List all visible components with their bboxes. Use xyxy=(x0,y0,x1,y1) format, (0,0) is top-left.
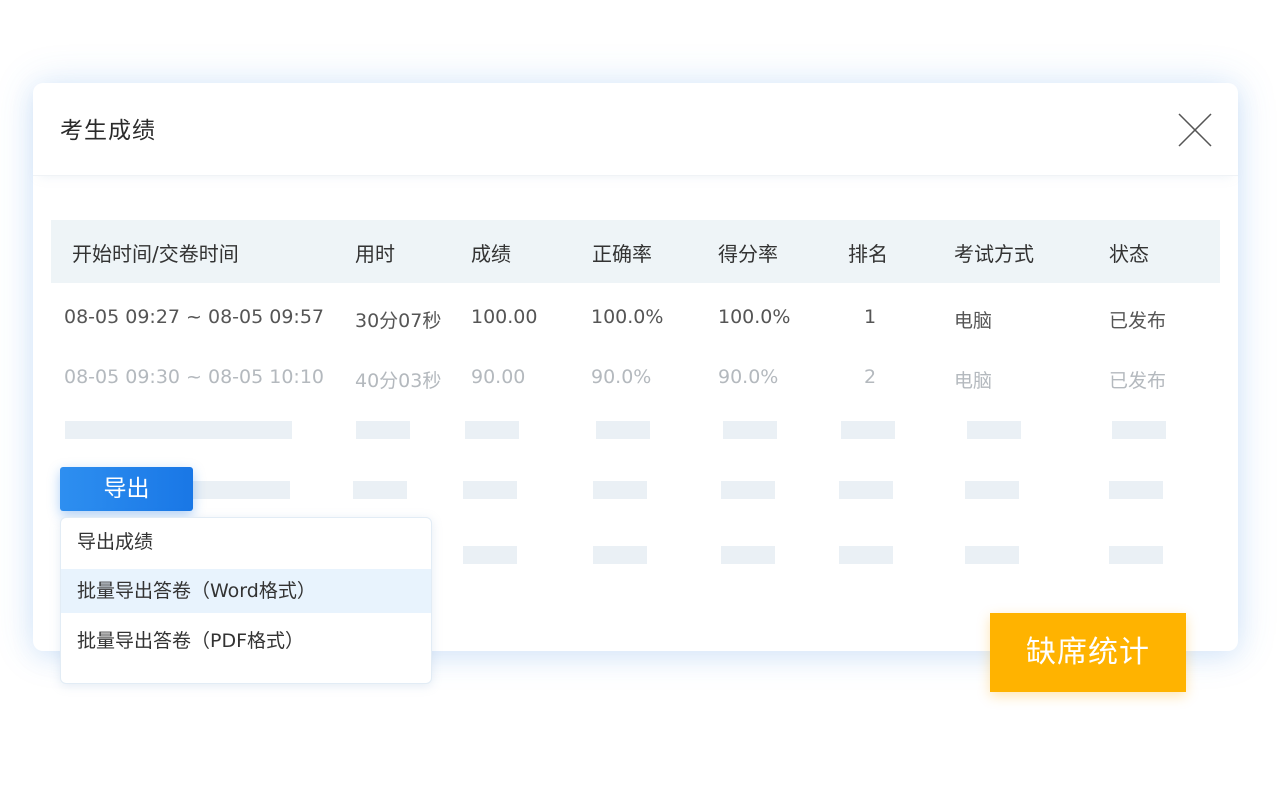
export-dropdown-menu: 导出成绩 批量导出答卷（Word格式） 批量导出答卷（PDF格式） xyxy=(60,517,432,684)
cell-exam-mode: 电脑 xyxy=(954,310,993,332)
skeleton-bar xyxy=(1109,546,1163,564)
table-row[interactable]: 08-05 09:30 ~ 08-05 10:10 40分03秒 90.00 9… xyxy=(33,358,1238,398)
skeleton-bar xyxy=(463,481,517,499)
skeleton-bar xyxy=(721,546,775,564)
cell-score: 90.00 xyxy=(471,366,526,388)
menu-item-export-pdf[interactable]: 批量导出答卷（PDF格式） xyxy=(61,619,431,663)
skeleton-bar xyxy=(839,546,893,564)
header-exam-mode: 考试方式 xyxy=(954,242,1034,266)
cell-status: 已发布 xyxy=(1109,370,1167,392)
menu-item-label: 批量导出答卷（PDF格式） xyxy=(77,630,305,652)
cell-score-rate: 100.0% xyxy=(718,306,791,328)
close-button[interactable] xyxy=(1176,111,1214,149)
header-accuracy: 正确率 xyxy=(592,242,652,266)
skeleton-bar xyxy=(965,546,1019,564)
table-row[interactable]: 08-05 09:27 ~ 08-05 09:57 30分07秒 100.00 … xyxy=(33,298,1238,338)
close-icon xyxy=(1178,113,1212,147)
modal-title: 考生成绩 xyxy=(60,118,156,144)
skeleton-bar xyxy=(593,546,647,564)
menu-item-label: 批量导出答卷（Word格式） xyxy=(77,580,316,602)
skeleton-bar xyxy=(721,481,775,499)
cell-time: 08-05 09:27 ~ 08-05 09:57 xyxy=(64,306,325,328)
app-stage: 考生成绩 开始时间/交卷时间 用时 成绩 正确率 得分率 排名 考试方式 状态 … xyxy=(0,0,1280,790)
modal-header: 考生成绩 xyxy=(33,83,1238,176)
skeleton-bar xyxy=(463,546,517,564)
skeleton-bar xyxy=(723,421,777,439)
skeleton-bar xyxy=(353,481,407,499)
cell-exam-mode: 电脑 xyxy=(954,370,993,392)
header-status: 状态 xyxy=(1109,242,1149,266)
skeleton-bar xyxy=(965,481,1019,499)
header-duration: 用时 xyxy=(355,242,395,266)
cell-status: 已发布 xyxy=(1109,310,1167,332)
menu-item-label: 导出成绩 xyxy=(77,531,154,553)
skeleton-bar xyxy=(356,421,410,439)
skeleton-bar xyxy=(183,481,290,499)
header-time: 开始时间/交卷时间 xyxy=(72,242,239,266)
cell-duration: 30分07秒 xyxy=(355,310,442,332)
cell-accuracy: 100.0% xyxy=(591,306,664,328)
skeleton-bar xyxy=(596,421,650,439)
cell-rank: 2 xyxy=(864,366,877,388)
skeleton-bar xyxy=(465,421,519,439)
skeleton-bar xyxy=(593,481,647,499)
menu-item-export-word[interactable]: 批量导出答卷（Word格式） xyxy=(61,569,431,613)
export-button[interactable]: 导出 xyxy=(60,467,193,511)
skeleton-bar xyxy=(841,421,895,439)
cell-rank: 1 xyxy=(864,306,877,328)
skeleton-bar xyxy=(1109,481,1163,499)
cell-duration: 40分03秒 xyxy=(355,370,442,392)
cell-score: 100.00 xyxy=(471,306,538,328)
skeleton-bar xyxy=(839,481,893,499)
absent-stats-button[interactable]: 缺席统计 xyxy=(990,613,1186,692)
table-header: 开始时间/交卷时间 用时 成绩 正确率 得分率 排名 考试方式 状态 xyxy=(51,220,1220,283)
header-rank: 排名 xyxy=(848,242,888,266)
header-score-rate: 得分率 xyxy=(718,242,778,266)
cell-time: 08-05 09:30 ~ 08-05 10:10 xyxy=(64,366,325,388)
skeleton-bar xyxy=(1112,421,1166,439)
cell-score-rate: 90.0% xyxy=(718,366,779,388)
header-score: 成绩 xyxy=(471,242,511,266)
menu-item-export-scores[interactable]: 导出成绩 xyxy=(61,520,431,564)
skeleton-bar xyxy=(967,421,1021,439)
cell-accuracy: 90.0% xyxy=(591,366,652,388)
skeleton-bar xyxy=(65,421,292,439)
